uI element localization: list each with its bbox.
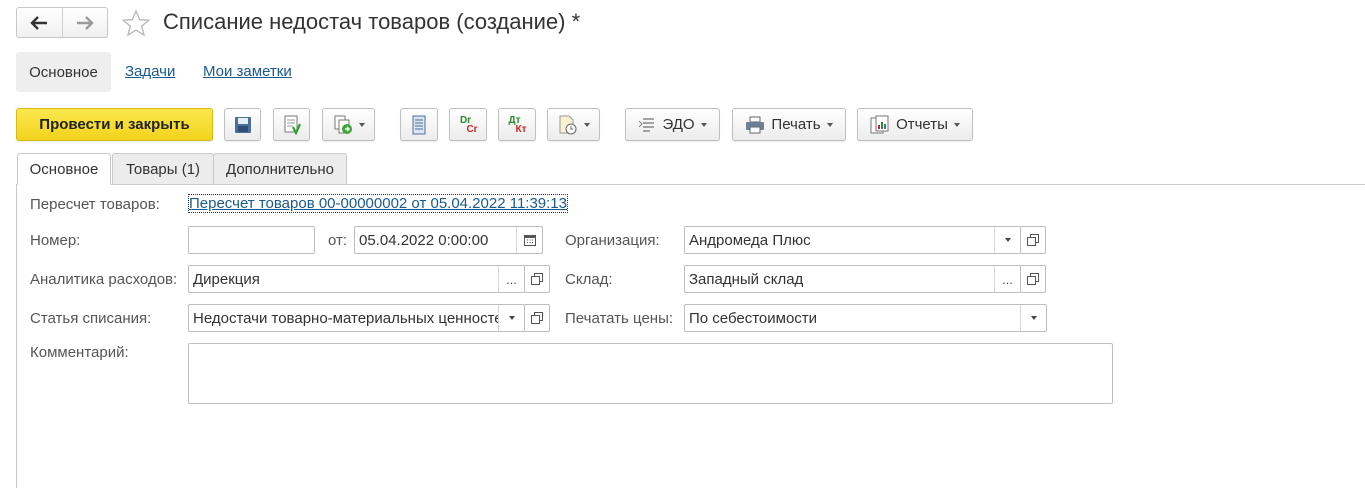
structure-button[interactable] [400, 108, 438, 141]
open-window-icon [531, 312, 543, 324]
write-off-article-label: Статья списания: [30, 310, 152, 327]
organization-open-button[interactable] [1020, 226, 1046, 254]
dr-cr-button[interactable]: Dr Cr [449, 108, 487, 141]
post-button[interactable] [273, 108, 310, 141]
organization-label: Организация: [565, 232, 660, 249]
navigation-buttons [16, 7, 108, 38]
create-based-on-icon [334, 115, 352, 134]
number-value [189, 227, 314, 253]
dropdown-caret-icon [1004, 238, 1011, 242]
tab-main[interactable]: Основное [17, 153, 111, 185]
dropdown-caret-icon [700, 122, 707, 127]
save-button[interactable] [224, 108, 261, 141]
recount-document-link[interactable]: Пересчет товаров 00-00000002 от 05.04.20… [188, 194, 568, 213]
dropdown-caret-icon [358, 122, 365, 127]
comment-field[interactable] [188, 343, 1113, 404]
analytics-value: Дирекция [193, 270, 260, 288]
section-main[interactable]: Основное [16, 52, 111, 92]
section-tasks-link[interactable]: Задачи [125, 63, 175, 80]
write-off-article-value: Недостачи товарно-материальных ценностей [193, 309, 498, 327]
number-field[interactable] [188, 226, 315, 254]
floppy-disk-icon [234, 116, 251, 133]
kt-label: Кт [515, 123, 527, 135]
reports-icon [870, 115, 889, 133]
print-prices-value: По себестоимости [689, 309, 818, 327]
print-prices-dropdown-button[interactable] [1020, 305, 1046, 331]
post-document-icon [284, 115, 301, 135]
favorite-star-icon[interactable] [121, 9, 151, 41]
section-notes-link[interactable]: Мои заметки [203, 63, 292, 80]
forward-button[interactable] [61, 8, 108, 37]
dropdown-caret-icon [826, 122, 833, 127]
write-off-article-dropdown-button[interactable] [498, 305, 524, 331]
print-button[interactable]: Печать [732, 108, 846, 141]
cr-label: Cr [466, 123, 478, 135]
dropdown-caret-icon [1030, 316, 1037, 320]
reports-label: Отчеты [896, 116, 948, 133]
document-clock-icon [559, 115, 576, 134]
attachments-button[interactable] [547, 108, 600, 141]
panel-left-border [16, 184, 17, 488]
print-label: Печать [771, 116, 821, 133]
warehouse-value: Западный склад [689, 270, 804, 288]
warehouse-label: Склад: [565, 271, 613, 288]
analytics-choice-button[interactable]: ... [498, 266, 524, 292]
create-based-on-button[interactable] [322, 108, 375, 141]
open-window-icon [531, 273, 543, 285]
organization-dropdown-button[interactable] [994, 227, 1020, 253]
analytics-field[interactable]: Дирекция ... [188, 265, 525, 293]
reports-button[interactable]: Отчеты [857, 108, 973, 141]
dropdown-caret-icon [583, 122, 590, 127]
calendar-button[interactable] [516, 227, 542, 253]
print-prices-field[interactable]: По себестоимости [684, 304, 1047, 332]
arrow-right-icon [76, 15, 94, 30]
window-title: Списание недостач товаров (создание) * [163, 9, 581, 34]
comment-value [189, 344, 1112, 403]
post-and-close-button[interactable]: Провести и закрыть [16, 108, 213, 141]
write-off-article-open-button[interactable] [524, 304, 550, 332]
open-window-icon [1027, 234, 1039, 246]
dropdown-caret-icon [508, 316, 515, 320]
organization-value: Андромеда Плюс [689, 231, 811, 249]
arrow-left-icon [30, 15, 48, 30]
analytics-label: Аналитика расходов: [30, 271, 178, 288]
organization-field[interactable]: Андромеда Плюс [684, 226, 1021, 254]
warehouse-open-button[interactable] [1020, 265, 1046, 293]
edo-label: ЭДО [662, 116, 695, 133]
document-list-icon [412, 115, 426, 134]
dropdown-caret-icon [953, 122, 960, 127]
number-label: Номер: [30, 232, 81, 249]
date-field[interactable]: 05.04.2022 0:00:00 [354, 226, 543, 254]
back-button[interactable] [17, 8, 62, 37]
edo-button[interactable]: ЭДО [625, 108, 720, 141]
tab-goods[interactable]: Товары (1) [112, 153, 214, 185]
comment-label: Комментарий: [30, 344, 129, 361]
analytics-open-button[interactable] [524, 265, 550, 293]
recount-label: Пересчет товаров: [30, 196, 160, 213]
dt-kt-button[interactable]: Дт Кт [498, 108, 536, 141]
date-value: 05.04.2022 0:00:00 [359, 231, 489, 249]
tab-additional[interactable]: Дополнительно [213, 153, 347, 185]
date-label: от: [328, 232, 348, 249]
calendar-icon [523, 235, 536, 246]
open-window-icon [1027, 273, 1039, 285]
warehouse-choice-button[interactable]: ... [994, 266, 1020, 292]
edo-exchange-icon [639, 117, 655, 132]
printer-icon [746, 116, 765, 133]
print-prices-label: Печатать цены: [565, 310, 674, 327]
warehouse-field[interactable]: Западный склад ... [684, 265, 1021, 293]
write-off-article-field[interactable]: Недостачи товарно-материальных ценностей [188, 304, 525, 332]
